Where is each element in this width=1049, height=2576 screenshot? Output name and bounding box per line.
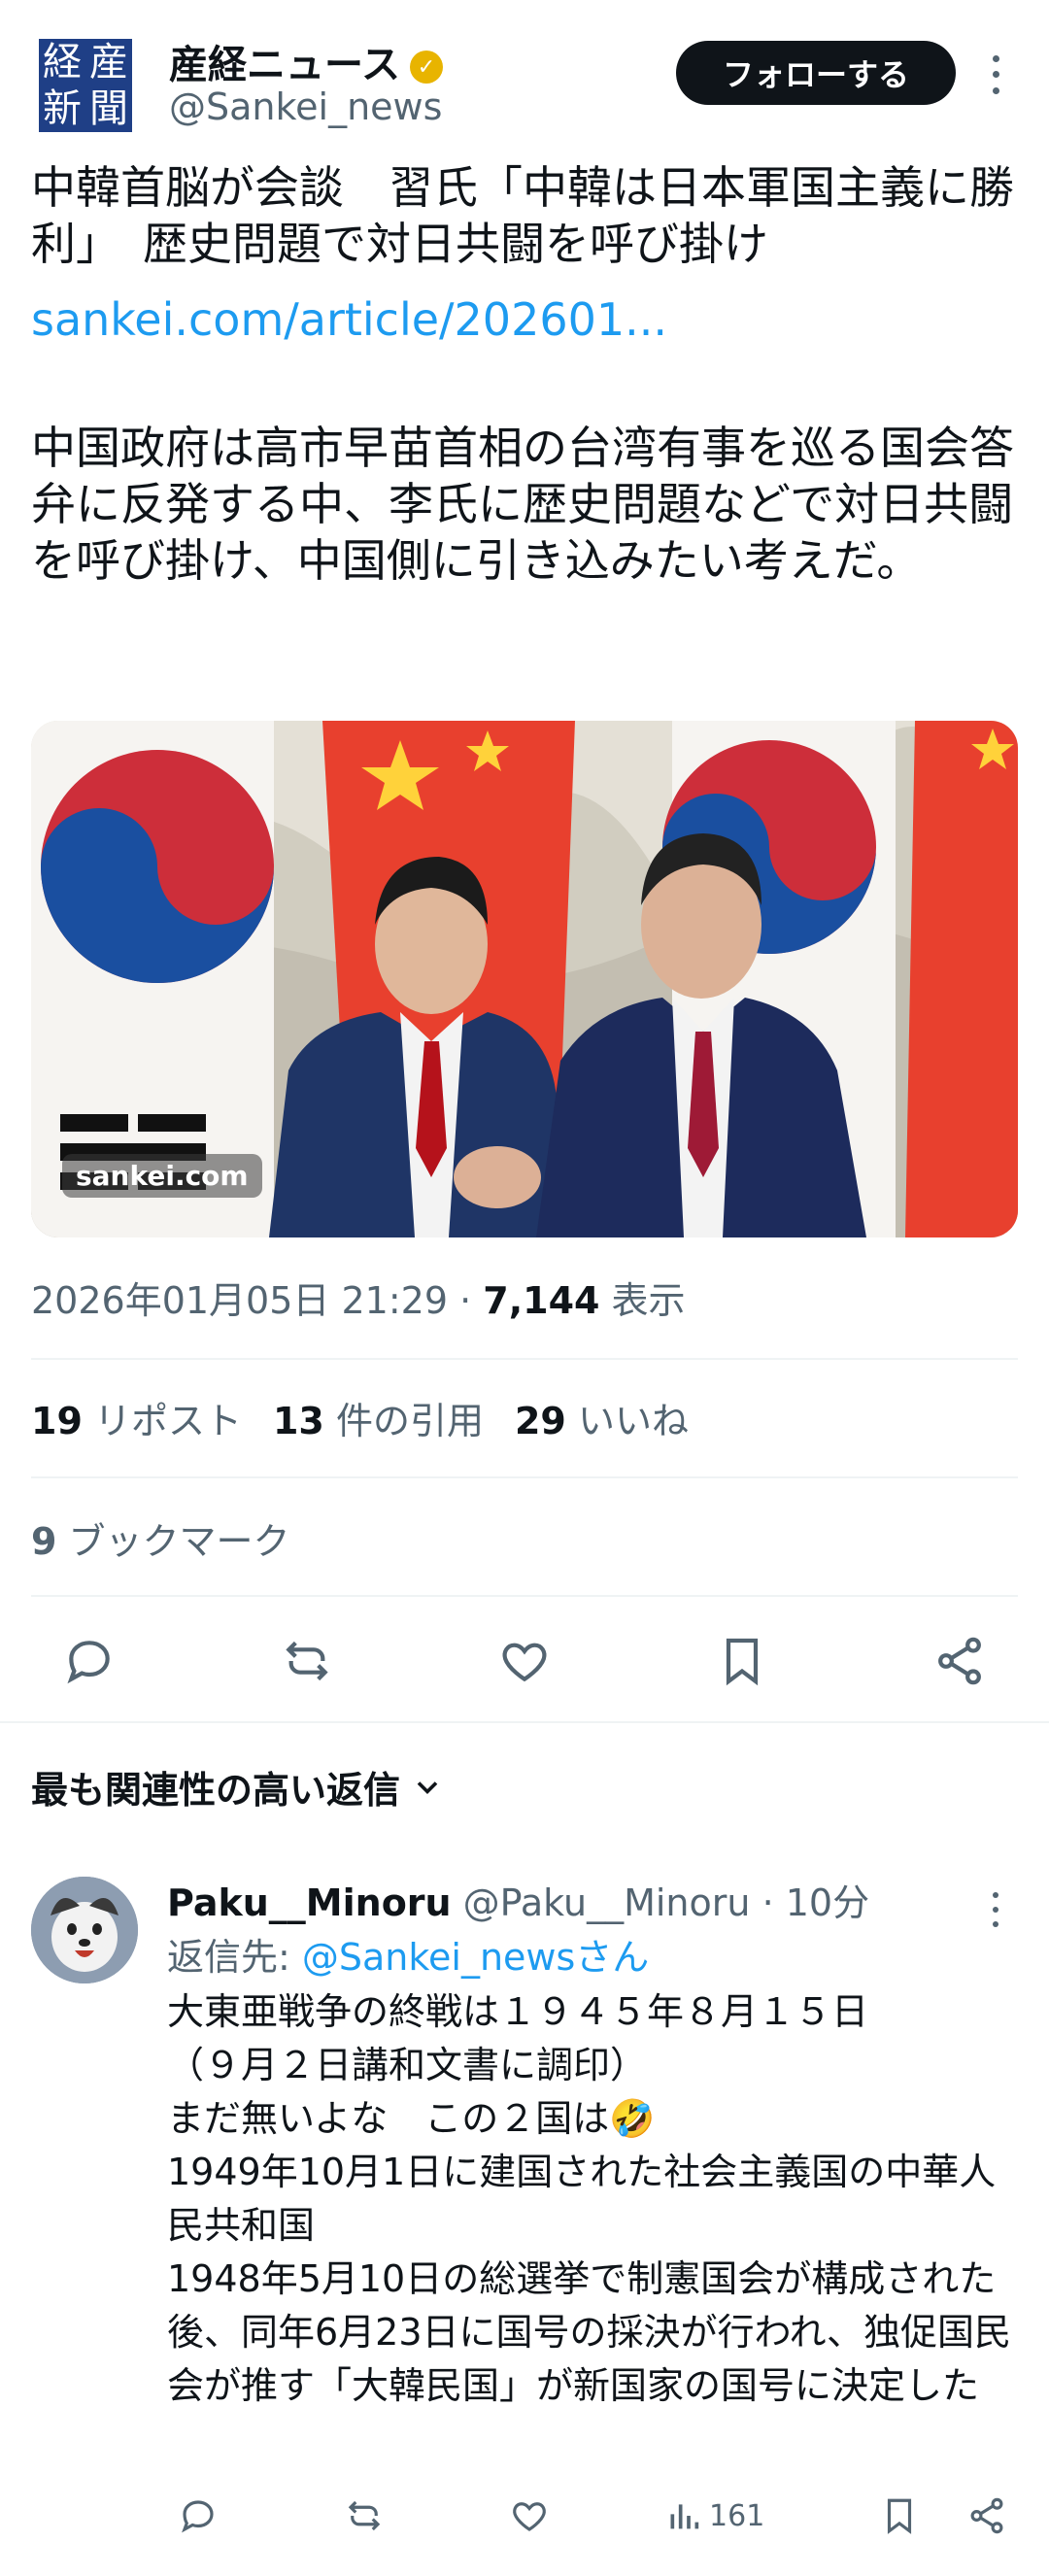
tweet-meta: 2026年01月05日 21:29 · 7,144 表示	[31, 1271, 686, 1324]
reply-text: 大東亜戦争の終戦は１９４５年８月１５日 （９月２日講和文書に調印） まだ無いよな…	[167, 1985, 1018, 2413]
logo-char: 新	[43, 86, 82, 131]
bookmark-stat[interactable]: 9 ブックマーク	[31, 1511, 290, 1565]
avatar[interactable]	[31, 1877, 138, 1983]
divider	[31, 1358, 1018, 1360]
views-label: 表示	[599, 1279, 686, 1322]
logo-char: 聞	[89, 86, 128, 131]
bookmark-icon[interactable]	[711, 1630, 773, 1692]
reply-line: （９月２日講和文書に調印）	[167, 2044, 648, 2086]
timestamp[interactable]: 2026年01月05日 21:29	[31, 1279, 448, 1322]
reply-to: 返信先: @Sankei_newsさん	[167, 1927, 649, 1981]
divider	[0, 1721, 1049, 1723]
logo-char: 経	[43, 40, 82, 85]
author-name[interactable]: 産経ニュース	[169, 43, 400, 87]
quote-count: 13	[272, 1400, 324, 1442]
reply-to-label: 返信先:	[167, 1936, 302, 1979]
like-icon[interactable]	[498, 2485, 560, 2547]
follow-button[interactable]: フォローする	[676, 41, 956, 105]
author-handle[interactable]: @Sankei_news	[169, 85, 442, 128]
logo-char: 産	[89, 40, 128, 85]
reply-line: 大東亜戦争の終戦は１９４５年８月１５日	[167, 1990, 869, 2033]
bookmark-icon[interactable]	[868, 2485, 931, 2547]
tweet-headline: 中韓首脳が会談 習氏「中韓は日本軍国主義に勝利」 歴史問題で対日共闘を呼び掛け	[31, 161, 1014, 270]
share-icon[interactable]	[929, 1630, 991, 1692]
engagement-stats: 19 リポスト 13 件の引用 29 いいね	[31, 1391, 720, 1444]
divider	[31, 1476, 1018, 1478]
reply-time[interactable]: · 10分	[750, 1881, 870, 1924]
views-stat[interactable]: 161	[664, 2496, 764, 2535]
photo-watermark: sankei.com	[62, 1154, 262, 1198]
reply-author-handle[interactable]: @Paku__Minoru	[452, 1881, 751, 1924]
quote-stat[interactable]: 13 件の引用	[273, 1391, 484, 1444]
news-photo[interactable]: sankei.com	[31, 721, 1018, 1237]
tweet-action-bar	[58, 1622, 991, 1700]
author-name-row[interactable]: 産経ニュース ✓	[169, 33, 443, 89]
like-icon[interactable]	[493, 1630, 556, 1692]
reply-views-count: 161	[709, 2498, 765, 2533]
reply-icon[interactable]	[58, 1630, 120, 1692]
bookmark-label: ブックマーク	[56, 1520, 290, 1563]
more-options-icon[interactable]	[981, 1888, 1010, 1931]
chevron-down-icon	[417, 1780, 438, 1794]
repost-stat[interactable]: 19 リポスト	[31, 1391, 242, 1444]
retweet-icon[interactable]	[333, 2485, 395, 2547]
repost-label: リポスト	[82, 1400, 242, 1442]
analytics-icon	[670, 2504, 699, 2529]
meta-separator: ·	[448, 1279, 484, 1322]
retweet-icon[interactable]	[276, 1630, 338, 1692]
like-label: いいね	[565, 1400, 689, 1442]
like-stat[interactable]: 29 いいね	[515, 1391, 689, 1444]
reply-line: 1948年5月10日の総選挙で制憲国会が構成された後、同年6月23日に国号の採決…	[167, 2257, 1012, 2407]
divider	[31, 1595, 1018, 1597]
more-options-icon[interactable]	[981, 51, 1010, 99]
reply-action-bar: 161	[167, 2487, 1018, 2545]
reply-sort-dropdown[interactable]: 最も関連性の高い返信	[31, 1760, 445, 1813]
reply-author-name[interactable]: Paku__Minoru	[167, 1881, 452, 1924]
share-icon[interactable]	[956, 2485, 1018, 2547]
verified-badge-icon: ✓	[410, 51, 443, 84]
reply-secondary-actions	[868, 2485, 1018, 2547]
like-count: 29	[514, 1400, 566, 1442]
reply-sort-label: 最も関連性の高い返信	[31, 1769, 401, 1812]
sankei-logo[interactable]: 経 産 新 聞	[39, 39, 132, 132]
views-count: 7,144	[483, 1279, 600, 1322]
reply-icon[interactable]	[167, 2485, 229, 2547]
article-link[interactable]: sankei.com/article/202601...	[31, 291, 1018, 348]
reply-line: 1949年10月1日に建国された社会主義国の中華人民共和国	[167, 2151, 997, 2247]
tweet-paragraph: 中国政府は高市早苗首相の台湾有事を巡る国会答弁に反発する中、李氏に歴史問題などで…	[31, 422, 1014, 587]
bookmark-count: 9	[31, 1520, 57, 1563]
reply-to-handle[interactable]: @Sankei_newsさん	[302, 1936, 649, 1979]
reply-line: まだ無いよな この２国は🤣	[167, 2097, 656, 2140]
quote-label: 件の引用	[323, 1400, 484, 1442]
repost-count: 19	[31, 1400, 83, 1442]
reply-header: Paku__Minoru @Paku__Minoru · 10分	[167, 1873, 869, 1926]
